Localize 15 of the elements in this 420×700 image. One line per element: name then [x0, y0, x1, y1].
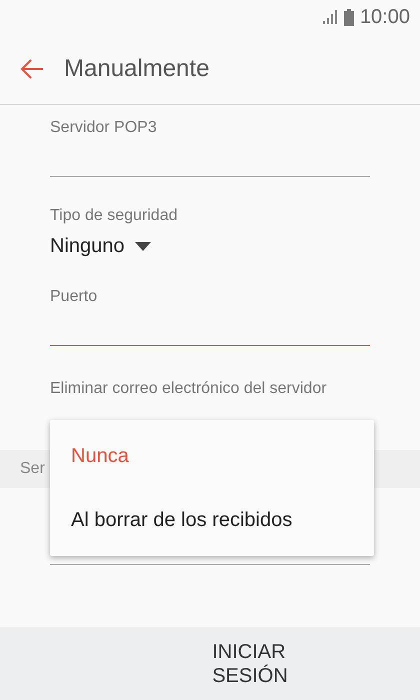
dropdown-caret-icon	[134, 242, 151, 251]
menu-item[interactable]: Al borrar de los recibidos	[50, 488, 374, 552]
screen-title: Manualmente	[64, 55, 210, 83]
field-label: Puerto	[50, 288, 98, 306]
clock: 10:00	[360, 6, 410, 28]
sign-in-button[interactable]: INICIAR SESIÓN	[212, 640, 288, 688]
field-label: Servidor POP3	[50, 119, 158, 137]
field-label: Eliminar correo electrónico del servidor	[50, 380, 328, 398]
field-label: Tipo de seguridad	[50, 207, 178, 225]
battery-icon	[344, 8, 354, 26]
signal-icon	[322, 10, 338, 24]
security-dropdown[interactable]: Ninguno	[50, 235, 151, 258]
section-title: Ser	[20, 460, 45, 478]
back-arrow-icon[interactable]	[20, 59, 44, 79]
menu-item[interactable]: Nunca	[50, 424, 374, 488]
